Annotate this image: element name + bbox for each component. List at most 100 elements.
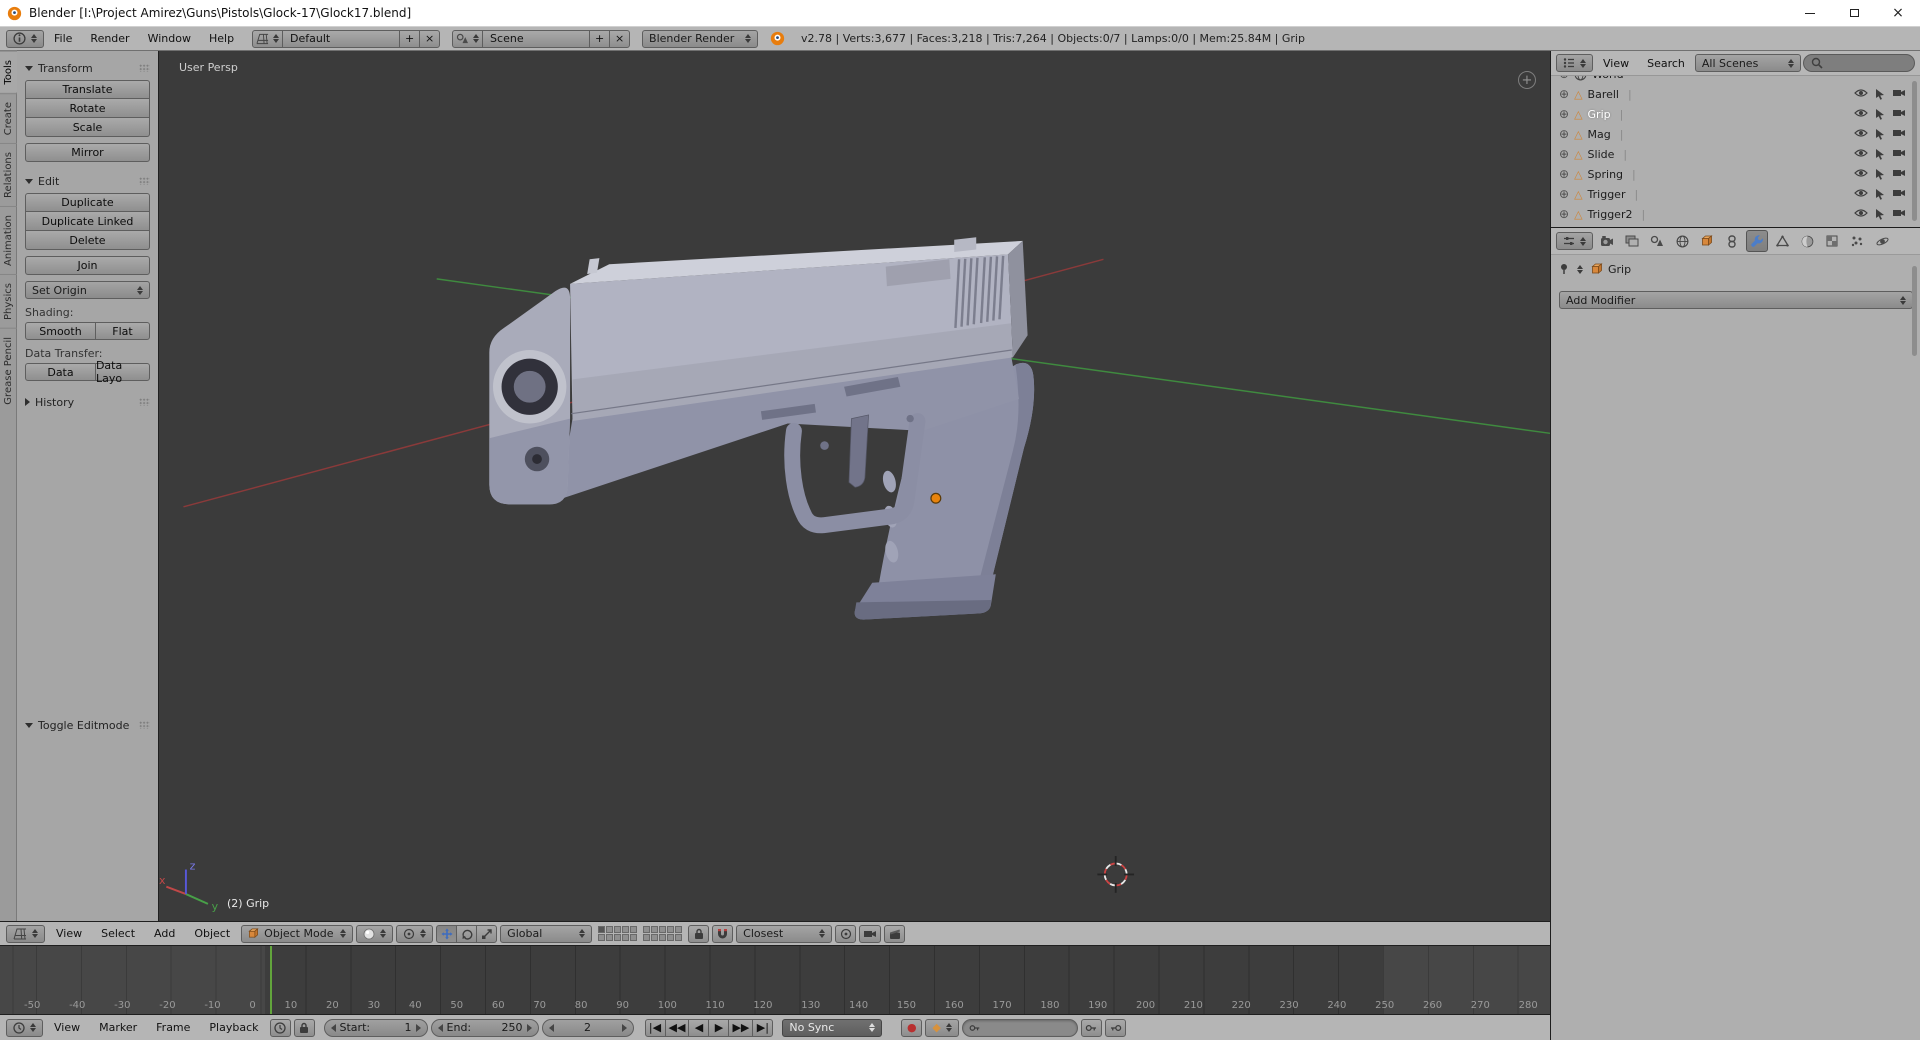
- outliner-row[interactable]: ⊕ △ Trigger |: [1555, 184, 1916, 204]
- auto-keyframe-record-button[interactable]: ●: [901, 1018, 923, 1037]
- data-button[interactable]: Data: [25, 363, 96, 381]
- menu-select[interactable]: Select: [93, 922, 143, 945]
- selectable-cursor-icon[interactable]: [1875, 88, 1885, 100]
- shade-smooth-button[interactable]: Smooth: [25, 322, 96, 340]
- hide-eye-icon[interactable]: [1854, 148, 1868, 158]
- panel-header-transform[interactable]: Transform: [25, 59, 150, 77]
- maximize-button[interactable]: [1832, 0, 1876, 26]
- mirror-button[interactable]: Mirror: [25, 143, 150, 162]
- set-origin-dropdown[interactable]: Set Origin: [25, 281, 150, 299]
- translate-manipulator-button[interactable]: [436, 924, 458, 943]
- tab-create[interactable]: Create: [0, 92, 17, 143]
- timeline-ruler[interactable]: -50 -40 -30 -20 -10 0 10 20 30 40 50 60 70 80 90 100 110…: [0, 946, 1550, 1014]
- av-sync-dropdown[interactable]: No Sync: [782, 1018, 883, 1037]
- transform-orientation-dropdown[interactable]: Global: [500, 924, 593, 943]
- snap-element-dropdown[interactable]: Closest: [736, 924, 833, 943]
- pivot-point-dropdown[interactable]: [396, 924, 434, 943]
- panel-drag-dots-icon[interactable]: [139, 721, 150, 729]
- next-keyframe-button[interactable]: ▶▶: [728, 1018, 754, 1037]
- active-keying-set-field[interactable]: [961, 1018, 1078, 1037]
- tab-modifiers[interactable]: [1746, 230, 1768, 252]
- tab-grease-pencil[interactable]: Grease Pencil: [0, 327, 17, 413]
- prev-keyframe-button[interactable]: ◀◀: [664, 1018, 690, 1037]
- screen-layout-browse-button[interactable]: [252, 29, 284, 48]
- scene-browse-button[interactable]: [452, 29, 484, 48]
- menu-playback[interactable]: Playback: [201, 1015, 266, 1040]
- render-engine-selector[interactable]: Blender Render: [642, 29, 759, 48]
- panel-header-history[interactable]: History: [25, 393, 150, 411]
- render-camera-icon[interactable]: [1892, 208, 1906, 218]
- selectable-cursor-icon[interactable]: [1875, 208, 1885, 220]
- expand-icon[interactable]: ⊕: [1559, 87, 1569, 101]
- editor-type-selector[interactable]: [6, 924, 45, 943]
- tab-tools[interactable]: Tools: [0, 51, 17, 93]
- rotate-button[interactable]: Rotate: [25, 99, 150, 118]
- opengl-render-anim-button[interactable]: [884, 924, 906, 943]
- render-camera-icon[interactable]: [1892, 128, 1906, 138]
- tab-material[interactable]: [1796, 230, 1818, 252]
- render-camera-icon[interactable]: [1892, 148, 1906, 158]
- tab-particles[interactable]: [1846, 230, 1868, 252]
- start-frame-field[interactable]: Start: 1: [323, 1018, 428, 1037]
- editor-type-selector[interactable]: [6, 29, 44, 48]
- selectable-cursor-icon[interactable]: [1875, 168, 1885, 180]
- tab-physics[interactable]: Physics: [0, 273, 17, 328]
- menu-view[interactable]: View: [46, 1015, 88, 1040]
- outliner-item-label[interactable]: Trigger: [1588, 188, 1626, 201]
- delete-screen-layout-button[interactable]: ×: [419, 29, 441, 48]
- minimize-button[interactable]: [1788, 0, 1832, 26]
- expand-icon[interactable]: ⊕: [1559, 127, 1569, 141]
- tab-render-layers[interactable]: [1621, 230, 1643, 252]
- menu-file[interactable]: File: [46, 27, 80, 50]
- opengl-render-button[interactable]: [859, 924, 882, 943]
- snap-toggle-button[interactable]: [712, 924, 734, 943]
- outliner-search-field[interactable]: [1802, 54, 1915, 72]
- layers-widget[interactable]: [598, 926, 683, 941]
- hide-eye-icon[interactable]: [1854, 88, 1868, 98]
- outliner-item-label[interactable]: Grip: [1588, 108, 1611, 121]
- tab-constraints[interactable]: [1721, 230, 1743, 252]
- expand-icon[interactable]: ⊕: [1559, 187, 1569, 201]
- menu-view[interactable]: View: [1595, 51, 1637, 75]
- scene-name[interactable]: Scene: [482, 29, 591, 48]
- lock-to-scene-button[interactable]: [688, 924, 710, 943]
- outliner-scrollbar[interactable]: [1912, 81, 1917, 221]
- pin-icon[interactable]: [1559, 263, 1569, 275]
- add-modifier-dropdown[interactable]: Add Modifier: [1559, 291, 1913, 309]
- increment-arrow-icon[interactable]: [415, 1023, 421, 1032]
- expand-icon[interactable]: ⊕: [1559, 207, 1569, 221]
- tab-object-data[interactable]: [1771, 230, 1793, 252]
- tab-texture[interactable]: [1821, 230, 1843, 252]
- delete-button[interactable]: Delete: [25, 231, 150, 250]
- delete-keyframe-button[interactable]: [1104, 1018, 1126, 1037]
- expand-icon[interactable]: ⊕: [1559, 107, 1569, 121]
- menu-add[interactable]: Add: [146, 922, 183, 945]
- outliner-row[interactable]: ⊕ △ Spring |: [1555, 164, 1916, 184]
- tab-object[interactable]: [1696, 230, 1718, 252]
- decrement-arrow-icon[interactable]: [330, 1023, 336, 1032]
- editor-type-selector[interactable]: [1556, 54, 1593, 72]
- add-screen-layout-button[interactable]: +: [399, 29, 421, 48]
- snap-target-button[interactable]: [835, 924, 857, 943]
- tab-animation[interactable]: Animation: [0, 205, 17, 274]
- add-scene-button[interactable]: +: [589, 29, 611, 48]
- use-preview-range-button[interactable]: [269, 1018, 291, 1037]
- outliner-item-label[interactable]: Trigger2: [1588, 208, 1633, 221]
- outliner-row-world[interactable]: ⊕ World: [1555, 76, 1916, 84]
- outliner-row[interactable]: ⊕ △ Mag |: [1555, 124, 1916, 144]
- scale-manipulator-button[interactable]: [476, 924, 498, 943]
- menu-help[interactable]: Help: [201, 27, 242, 50]
- outliner-item-label[interactable]: World: [1592, 76, 1624, 81]
- panel-drag-dots-icon[interactable]: [139, 177, 150, 185]
- join-button[interactable]: Join: [25, 256, 150, 275]
- shade-flat-button[interactable]: Flat: [94, 322, 150, 340]
- tab-render[interactable]: [1596, 230, 1618, 252]
- viewport-shading-dropdown[interactable]: [356, 924, 394, 943]
- scale-button[interactable]: Scale: [25, 118, 150, 137]
- increment-arrow-icon[interactable]: [526, 1023, 532, 1032]
- render-camera-icon[interactable]: [1892, 168, 1906, 178]
- expand-icon[interactable]: ⊕: [1559, 147, 1569, 161]
- browse-arrows-icon[interactable]: [1577, 264, 1583, 274]
- panel-drag-dots-icon[interactable]: [139, 64, 150, 72]
- menu-frame[interactable]: Frame: [148, 1015, 198, 1040]
